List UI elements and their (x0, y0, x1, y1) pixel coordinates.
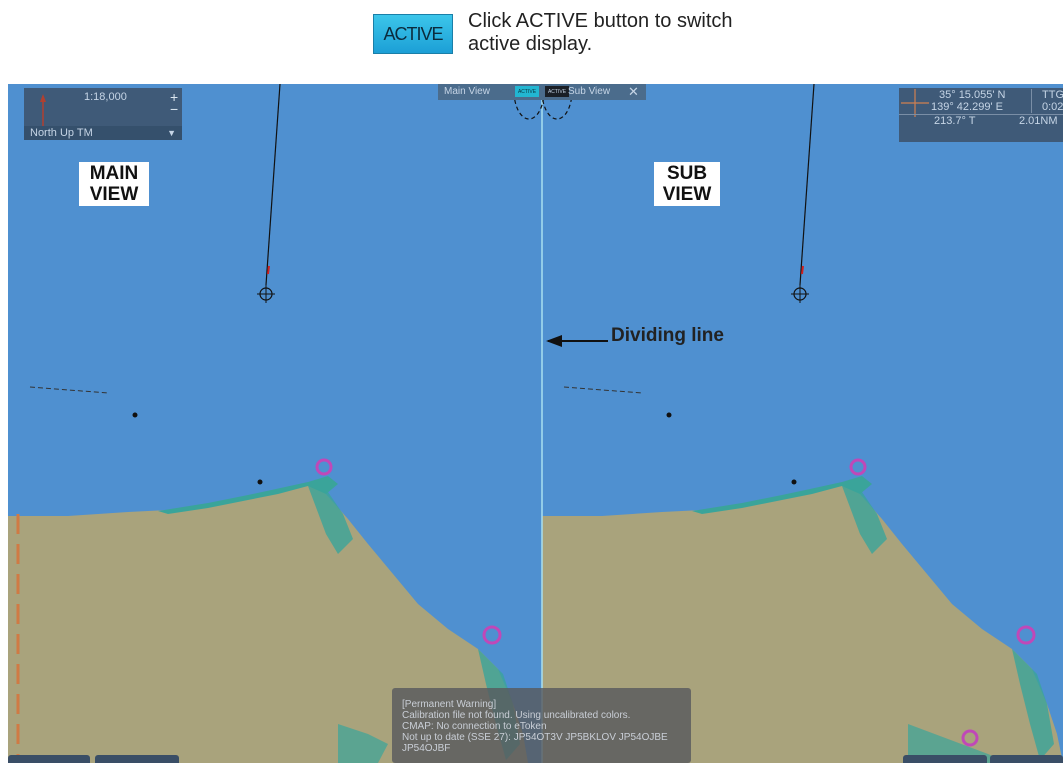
caption-text: Click ACTIVE button to switch active dis… (468, 10, 733, 55)
chevron-down-icon: ▼ (167, 128, 176, 138)
warning-line: JP54OJBF (402, 743, 451, 754)
longitude-value: 139° 42.299' E (931, 101, 1003, 113)
latitude-value: 35° 15.055' N (939, 89, 1006, 101)
range-value: 2.01NM (1019, 115, 1058, 127)
dividing-line-label: Dividing line (611, 325, 724, 346)
main-active-button[interactable]: ACTIVE (515, 86, 539, 97)
permanent-warning-panel: [Permanent Warning] Calibration file not… (392, 688, 691, 763)
warning-title: [Permanent Warning] (402, 699, 497, 710)
bearing-value: 213.7° T (934, 115, 976, 127)
main-view-label: MAIN VIEW (79, 162, 149, 206)
tab-sub-view[interactable]: Sub View (568, 86, 610, 97)
ttg-value: 0:02 (1031, 101, 1063, 113)
warning-line: Calibration file not found. Using uncali… (402, 710, 631, 721)
sub-active-button[interactable]: ACTIVE (545, 86, 569, 97)
view-tab-bar: Main View ACTIVE ACTIVE Sub View ✕ (438, 84, 646, 100)
scale-value: 1:18,000 (84, 91, 127, 103)
scale-panel: 1:18,000 + − North Up TM ▼ (24, 88, 182, 140)
bottom-right-button-1[interactable] (903, 755, 987, 763)
ttg-label: TTG (1031, 89, 1063, 101)
warning-line: CMAP: No connection to eToken (402, 721, 547, 732)
close-icon[interactable]: ✕ (628, 84, 639, 100)
orientation-mode-label: North Up TM (30, 127, 93, 139)
cursor-position-panel: 35° 15.055' N 139° 42.299' E TTG 0:02 21… (899, 88, 1063, 142)
north-arrow-icon (40, 94, 46, 126)
active-button-illustration: ACTIVE (373, 14, 453, 54)
sub-view-label: SUB VIEW (654, 162, 720, 206)
orientation-mode-select[interactable]: North Up TM ▼ (24, 126, 182, 140)
nautical-chart (8, 84, 1063, 763)
warning-line: Not up to date (SSE 27): JP54OT3V JP5BKL… (402, 732, 668, 743)
tab-main-view[interactable]: Main View (444, 86, 490, 97)
zoom-out-button[interactable]: − (170, 102, 178, 116)
bottom-left-button-2[interactable] (95, 755, 179, 763)
chart-display[interactable] (8, 84, 1063, 763)
bottom-right-button-2[interactable] (990, 755, 1063, 763)
bottom-left-button-1[interactable] (8, 755, 90, 763)
